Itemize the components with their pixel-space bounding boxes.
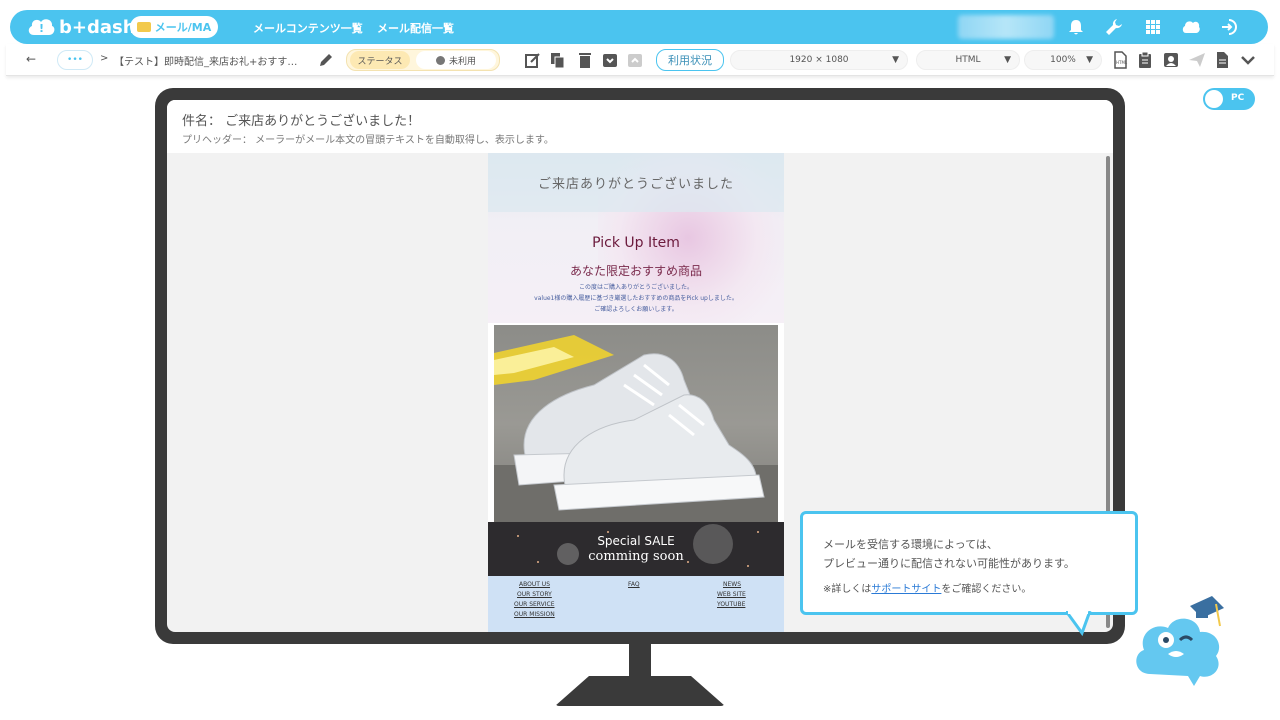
breadcrumb-separator: >	[100, 53, 109, 64]
notice-line-3: ※詳しくはサポートサイトをご確認ください。	[823, 580, 1031, 595]
sale-subtitle: comming soon	[588, 549, 684, 564]
sale-title: Special SALE	[597, 534, 675, 548]
bell-icon[interactable]	[1066, 17, 1086, 37]
format-value: HTML	[955, 55, 981, 65]
status-label: ステータス	[350, 51, 410, 69]
pickup-subtitle: あなた限定おすすめ商品	[569, 264, 702, 278]
chevron-down-icon[interactable]	[1239, 51, 1257, 69]
device-toggle[interactable]: PC	[1203, 88, 1255, 110]
editor-toolbar: ← ••• > 【テスト】即時配信_来店お礼+おすす… ステータス 未利用 利用…	[6, 44, 1274, 76]
clipboard-icon[interactable]	[1136, 51, 1154, 69]
chevron-down-icon: ▼	[1086, 55, 1093, 65]
document-icon[interactable]	[1213, 51, 1231, 69]
subject-header: 件名： ご来店ありがとうございました！ プリヘッダー： メーラーがメール本文の冒…	[167, 100, 1113, 153]
trash-icon[interactable]	[576, 51, 594, 69]
account-info[interactable]	[958, 15, 1054, 39]
nav-mail-ma-label: メール/MA	[154, 21, 212, 34]
email-subject: 件名： ご来店ありがとうございました！	[182, 114, 421, 129]
more-button[interactable]: •••	[57, 50, 93, 70]
grid-icon[interactable]	[1143, 17, 1163, 37]
nav-mail-delivery[interactable]: メール配信一覧	[377, 20, 454, 36]
resolution-select[interactable]: 1920 × 1080 ▼	[730, 50, 908, 70]
nav-mail-ma[interactable]: メール/MA	[130, 16, 218, 38]
copy-icon[interactable]	[549, 51, 567, 69]
svg-text:!: !	[39, 22, 44, 35]
zoom-select[interactable]: 100% ▼	[1024, 50, 1102, 70]
nav-mail-contents[interactable]: メールコンテンツ一覧	[253, 20, 363, 36]
send-icon[interactable]	[1188, 51, 1206, 69]
notice-line-1: メールを受信する環境によっては、	[823, 538, 998, 551]
support-site-link[interactable]: サポートサイト	[871, 584, 941, 595]
footer-link-news[interactable]: NEWS	[723, 581, 741, 588]
unarchive-icon[interactable]	[626, 51, 644, 69]
notice-bubble: メールを受信する環境によっては、 プレビュー通りに配信されない可能性があります。…	[800, 511, 1138, 615]
support-icon[interactable]	[1181, 17, 1201, 37]
mascot-icon	[1136, 596, 1224, 686]
intro-line-1: この度はご購入ありがとうございました。	[578, 284, 693, 291]
intro-line-3: ご確認よろしくお願いします。	[594, 306, 678, 313]
edit-title-icon[interactable]	[318, 52, 334, 68]
notice-line-3-post: をご確認ください。	[941, 584, 1032, 595]
sale-banner[interactable]: Special SALE comming soon	[488, 522, 784, 576]
archive-icon[interactable]	[601, 51, 619, 69]
edit-icon[interactable]	[524, 51, 542, 69]
footer-link-faq[interactable]: FAQ	[628, 581, 640, 588]
usage-button[interactable]: 利用状況	[656, 49, 724, 71]
pickup-title: Pick Up Item	[592, 235, 680, 251]
zoom-value: 100%	[1050, 55, 1076, 65]
back-button[interactable]: ←	[26, 52, 36, 66]
status-value[interactable]: 未利用	[416, 51, 496, 69]
footer-link-mission[interactable]: OUR MISSION	[514, 611, 555, 618]
html-file-icon[interactable]: HTML	[1111, 51, 1129, 69]
email-body: ご来店ありがとうございました Pick Up Item あなた限定おすすめ商品 …	[488, 153, 784, 632]
email-preheader: プリヘッダー： メーラーがメール本文の冒頭テキストを自動取得し、表示します。	[182, 135, 554, 146]
status-dot-icon	[435, 55, 445, 65]
chevron-down-icon: ▼	[892, 55, 899, 65]
svg-text:HTML: HTML	[1116, 60, 1128, 65]
footer-link-story[interactable]: OUR STORY	[517, 591, 552, 598]
hero-section: ご来店ありがとうございました Pick Up Item あなた限定おすすめ商品 …	[488, 153, 784, 323]
logo[interactable]: ! b+dash	[26, 15, 136, 39]
intro-line-2: value1様の購入履歴に基づき厳選したおすすめの商品をPick upしました。	[534, 295, 738, 302]
resolution-value: 1920 × 1080	[789, 55, 849, 65]
notice-line-3-pre: ※詳しくは	[823, 584, 872, 595]
logo-text: b+dash	[59, 16, 136, 38]
sneaker-illustration	[494, 335, 778, 523]
logo-cloud-icon: !	[28, 19, 55, 35]
product-image[interactable]	[494, 325, 778, 523]
footer-link-service[interactable]: OUR SERVICE	[514, 601, 555, 608]
status-value-label: 未利用	[448, 56, 476, 67]
contact-icon[interactable]	[1162, 51, 1180, 69]
content-title: 【テスト】即時配信_来店お礼+おすす…	[114, 57, 298, 68]
bubble-tail	[1066, 611, 1092, 637]
wrench-icon[interactable]	[1104, 17, 1124, 37]
top-bar: ! b+dash メール/MA メールコンテンツ一覧 メール配信一覧	[10, 10, 1268, 44]
email-footer: ABOUT US OUR STORY OUR SERVICE OUR MISSI…	[488, 576, 784, 632]
toggle-knob	[1205, 90, 1223, 108]
hero-title: ご来店ありがとうございました	[537, 177, 734, 192]
logout-icon[interactable]	[1219, 17, 1239, 37]
notice-line-2: プレビュー通りに配信されない可能性があります。	[823, 557, 1075, 570]
footer-link-website[interactable]: WEB SITE	[717, 591, 746, 598]
envelope-icon	[136, 22, 151, 32]
toggle-label: PC	[1231, 93, 1245, 103]
footer-link-about[interactable]: ABOUT US	[519, 581, 550, 588]
format-select[interactable]: HTML ▼	[916, 50, 1020, 70]
monitor-base	[555, 676, 725, 706]
monitor-stand	[629, 644, 651, 678]
chevron-down-icon: ▼	[1004, 55, 1011, 65]
footer-link-youtube[interactable]: YOUTUBE	[717, 601, 745, 608]
